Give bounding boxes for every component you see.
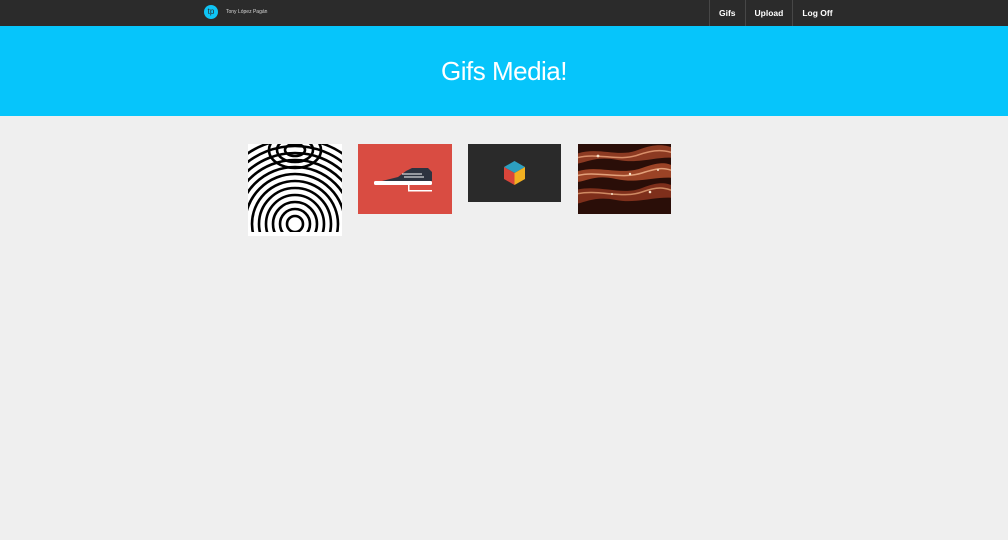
hero-banner: Gifs Media! [0, 26, 1008, 116]
sneaker-image [358, 144, 452, 214]
bacon-image [578, 144, 671, 214]
logo-icon[interactable]: tp [204, 5, 218, 19]
color-cube-image [468, 144, 561, 202]
top-navbar: tp Tony López Pagán Gifs Upload Log Off [0, 0, 1008, 26]
brand[interactable]: tp Tony López Pagán [204, 5, 267, 19]
nav-gifs[interactable]: Gifs [709, 0, 745, 26]
user-name: Tony López Pagán [226, 9, 268, 15]
gif-thumbnail-illusion[interactable] [248, 144, 342, 236]
nav-log-off[interactable]: Log Off [792, 0, 841, 26]
nav-upload[interactable]: Upload [744, 0, 793, 26]
main-nav: Gifs Upload Log Off [709, 0, 842, 26]
page-title: Gifs Media! [441, 55, 568, 86]
gif-thumbnail-sneaker[interactable] [358, 144, 452, 214]
gif-thumbnail-bacon[interactable] [578, 144, 671, 214]
illusion-rings-image [248, 144, 342, 236]
gif-thumbnail-cube[interactable] [468, 144, 561, 202]
